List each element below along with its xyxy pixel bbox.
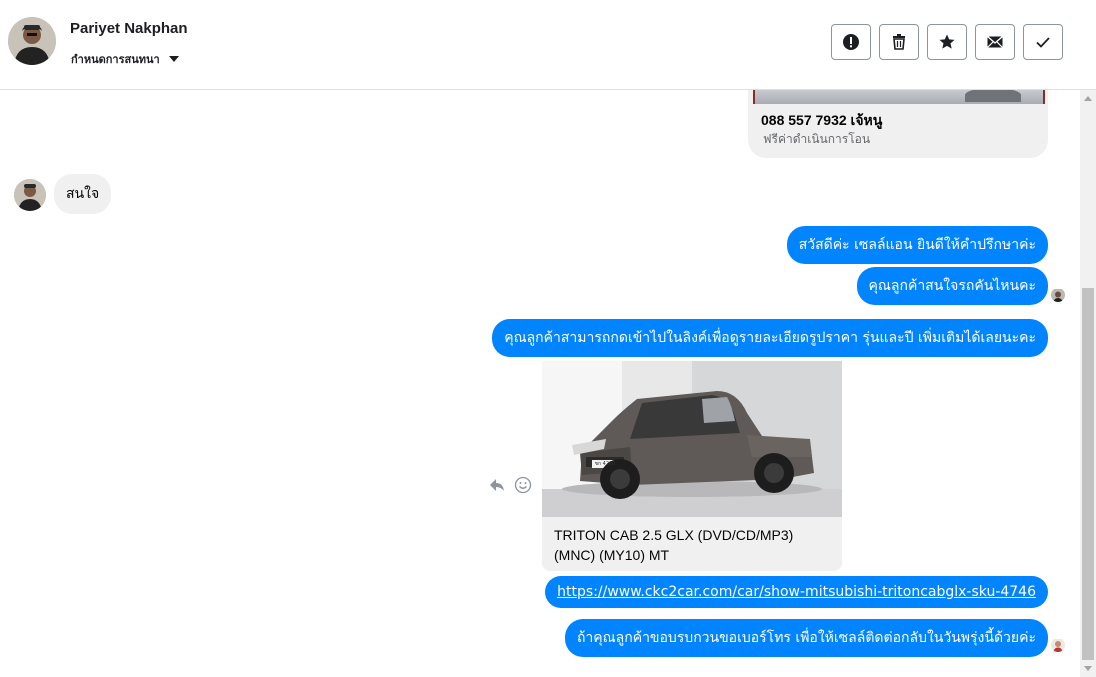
conversation-header: Pariyet Nakphan กำหนดการสนทนา <box>0 0 1096 90</box>
star-icon <box>939 34 955 49</box>
message-thread[interactable]: 088 557 7932 เจ้หนู ฟรีค่าดำเนินการโอน ส… <box>0 90 1080 677</box>
listing-link[interactable]: https://www.ckc2car.com/car/show-mitsubi… <box>557 584 1036 600</box>
trash-icon <box>893 34 905 50</box>
incoming-message[interactable]: สนใจ <box>54 174 112 214</box>
contact-name[interactable]: Pariyet Nakphan <box>70 20 188 37</box>
header-actions <box>831 24 1063 60</box>
react-emoji-icon[interactable] <box>514 476 532 494</box>
outgoing-message[interactable]: สวัสดีค่ะ เซลล์แอน ยินดีให้คำปรึกษาค่ะ <box>786 226 1048 264</box>
delete-button[interactable] <box>879 24 919 60</box>
seen-avatar <box>1051 638 1065 652</box>
conversation-label-dropdown[interactable]: กำหนดการสนทนา <box>71 50 179 68</box>
star-button[interactable] <box>927 24 967 60</box>
envelope-icon <box>987 35 1003 48</box>
scroll-up-arrow-icon[interactable] <box>1084 96 1092 101</box>
scrollbar-thumb[interactable] <box>1082 288 1094 660</box>
link-preview-title: TRITON CAB 2.5 GLX (DVD/CD/MP3) (MNC) (M… <box>554 527 794 563</box>
scroll-down-arrow-icon[interactable] <box>1084 666 1092 671</box>
exclamation-icon <box>843 34 859 50</box>
reply-icon[interactable] <box>488 476 506 494</box>
inbox-conversation-view: Pariyet Nakphan กำหนดการสนทนา 088 557 79… <box>0 0 1096 677</box>
shared-post-card[interactable]: 088 557 7932 เจ้หนู ฟรีค่าดำเนินการโอน <box>748 90 1048 158</box>
outgoing-message[interactable]: คุณลูกค้าสนใจรถคันไหนคะ <box>856 267 1048 305</box>
post-card-title: 088 557 7932 เจ้หนู <box>761 112 883 128</box>
outgoing-link-message[interactable]: https://www.ckc2car.com/car/show-mitsubi… <box>545 576 1048 608</box>
link-preview-card[interactable]: ชก 4260 TRITON CAB 2.5 GLX (DVD/CD/MP3) … <box>542 361 842 571</box>
car-preview-image: ชก 4260 <box>542 361 842 517</box>
label-dropdown-text: กำหนดการสนทนา <box>71 53 160 66</box>
mark-spam-button[interactable] <box>831 24 871 60</box>
license-plate: ชก 4260 <box>594 461 616 467</box>
caret-down-icon <box>168 56 179 62</box>
seen-avatar <box>1051 288 1065 302</box>
avatar[interactable] <box>8 17 56 65</box>
thread-scrollbar[interactable] <box>1080 90 1096 677</box>
outgoing-message[interactable]: ถ้าคุณลูกค้าขอบรบกวนขอเบอร์โทร เพื่อให้เ… <box>564 619 1048 657</box>
post-card-subtitle: ฟรีค่าดำเนินการโอน <box>763 132 871 146</box>
checkmark-icon <box>1036 37 1050 48</box>
post-image <box>753 90 1045 104</box>
message-hover-tools <box>488 476 532 494</box>
mark-done-button[interactable] <box>1023 24 1063 60</box>
mark-unread-button[interactable] <box>975 24 1015 60</box>
outgoing-message[interactable]: คุณลูกค้าสามารถกดเข้าไปในลิงค์เพื่อดูราย… <box>492 319 1048 357</box>
sender-avatar[interactable] <box>14 179 46 211</box>
